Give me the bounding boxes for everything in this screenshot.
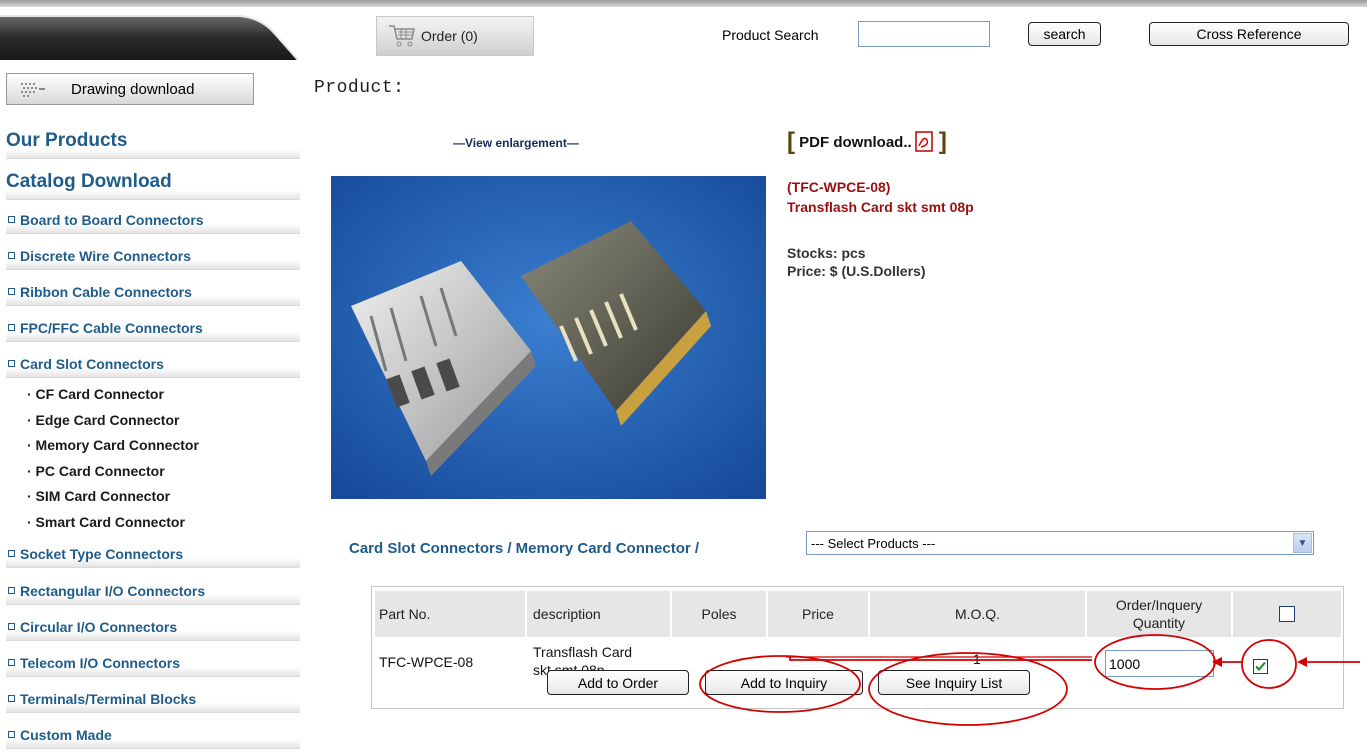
sidebar-item-label: Socket Type Connectors xyxy=(20,545,184,562)
bullet-icon xyxy=(8,288,15,295)
bullet-icon xyxy=(8,695,15,702)
subitem-sim-card[interactable]: · SIM Card Connector xyxy=(27,488,170,504)
add-to-inquiry-button[interactable]: Add to Inquiry xyxy=(705,670,863,695)
sidebar-item-label: Board to Board Connectors xyxy=(20,211,204,228)
bullet-icon xyxy=(8,216,15,223)
header-price: Price xyxy=(768,591,868,637)
add-to-order-button[interactable]: Add to Order xyxy=(547,670,689,695)
header-part-no: Part No. xyxy=(375,591,525,637)
row-description-line1: Transflash Card xyxy=(533,644,633,660)
header-logo-bar xyxy=(0,14,300,60)
breadcrumb[interactable]: Card Slot Connectors / Memory Card Conne… xyxy=(349,540,699,557)
search-input[interactable] xyxy=(858,21,990,47)
header-poles: Poles xyxy=(672,591,766,637)
sidebar-item-label: Ribbon Cable Connectors xyxy=(20,283,192,300)
see-inquiry-list-button[interactable]: See Inquiry List xyxy=(878,670,1030,695)
bullet-icon xyxy=(8,324,15,331)
header-order-inquery: Order/Inquery xyxy=(1115,597,1203,613)
sidebar-item-discrete-wire[interactable]: Discrete Wire Connectors xyxy=(6,242,300,270)
pdf-icon xyxy=(914,131,933,152)
sidebar-item-card-slot[interactable]: Card Slot Connectors xyxy=(6,350,300,378)
top-border xyxy=(0,0,1367,7)
header-description: description xyxy=(527,591,670,637)
sidebar-item-label: Discrete Wire Connectors xyxy=(20,247,192,264)
sidebar-item-label: FPC/FFC Cable Connectors xyxy=(20,319,203,336)
select-all-checkbox[interactable] xyxy=(1279,606,1295,622)
bullet-icon xyxy=(8,252,15,259)
sidebar-item-custom-made[interactable]: Custom Made xyxy=(6,721,300,749)
bullet-icon xyxy=(8,731,15,738)
part-code: (TFC-WPCE-08) xyxy=(787,179,891,195)
price-text: Price: $ (U.S.Dollers) xyxy=(787,263,926,279)
search-button[interactable]: search xyxy=(1028,22,1101,46)
sidebar-item-label: Custom Made xyxy=(20,726,112,743)
pdf-download-label: PDF download.. xyxy=(799,133,912,151)
header-moq: M.O.Q. xyxy=(870,591,1085,637)
bracket-right-icon: ] xyxy=(938,128,947,155)
row-moq: 1 xyxy=(973,651,981,667)
order-button[interactable]: Order (0) xyxy=(376,16,534,56)
sidebar-item-board-to-board[interactable]: Board to Board Connectors xyxy=(6,206,300,234)
sidebar-item-ribbon-cable[interactable]: Ribbon Cable Connectors xyxy=(6,278,300,306)
select-products-dropdown[interactable]: --- Select Products --- ▼ xyxy=(806,531,1314,555)
header-quantity: Quantity xyxy=(1132,615,1186,631)
row-checkbox[interactable] xyxy=(1253,659,1268,674)
view-enlargement-link[interactable]: —View enlargement— xyxy=(453,136,579,150)
bracket-left-icon: [ xyxy=(787,128,795,155)
cart-icon xyxy=(389,25,415,47)
bullet-icon xyxy=(8,550,15,557)
sidebar-item-rectangular-io[interactable]: Rectangular I/O Connectors xyxy=(6,577,300,605)
subitem-smart-card[interactable]: · Smart Card Connector xyxy=(27,514,185,530)
chevron-down-icon[interactable]: ▼ xyxy=(1293,533,1312,553)
sidebar-item-circular-io[interactable]: Circular I/O Connectors xyxy=(6,613,300,641)
sidebar-item-label: Circular I/O Connectors xyxy=(20,618,178,635)
row-part-no: TFC-WPCE-08 xyxy=(379,654,474,670)
bullet-icon xyxy=(8,587,15,594)
subitem-pc-card[interactable]: · PC Card Connector xyxy=(27,463,165,479)
bullet-icon xyxy=(8,623,15,630)
sidebar-item-terminals[interactable]: Terminals/Terminal Blocks xyxy=(6,685,300,713)
sidebar-item-fpc-ffc[interactable]: FPC/FFC Cable Connectors xyxy=(6,314,300,342)
drawing-download-label: Drawing download xyxy=(71,80,195,98)
drawing-download-button[interactable]: Drawing download xyxy=(6,73,254,105)
pdf-download-link[interactable]: [ PDF download.. ] xyxy=(787,128,947,156)
quantity-input[interactable]: 1000 xyxy=(1105,650,1214,677)
product-image[interactable] xyxy=(331,176,766,499)
page-title: Product: xyxy=(314,78,405,98)
our-products-link[interactable]: Our Products xyxy=(6,128,300,159)
dots-icon xyxy=(21,83,45,97)
sidebar-item-label: Rectangular I/O Connectors xyxy=(20,582,206,599)
sidebar-item-telecom-io[interactable]: Telecom I/O Connectors xyxy=(6,649,300,677)
stocks-text: Stocks: pcs xyxy=(787,245,866,261)
catalog-download-link[interactable]: Catalog Download xyxy=(6,169,300,200)
bullet-icon xyxy=(8,659,15,666)
checkmark-icon xyxy=(1255,661,1266,671)
sidebar-item-label: Card Slot Connectors xyxy=(20,355,164,372)
sidebar-item-label: Telecom I/O Connectors xyxy=(20,654,180,671)
subitem-memory-card[interactable]: · Memory Card Connector xyxy=(27,437,199,453)
sidebar-item-socket-type[interactable]: Socket Type Connectors xyxy=(6,540,300,568)
search-label: Product Search xyxy=(722,27,819,43)
order-label: Order xyxy=(421,28,457,44)
sidebar-item-label: Terminals/Terminal Blocks xyxy=(20,690,197,707)
header-order-quantity: Order/Inquery Quantity xyxy=(1087,591,1231,637)
select-products-value: --- Select Products --- xyxy=(811,535,936,551)
bullet-icon xyxy=(8,360,15,367)
subitem-cf-card[interactable]: · CF Card Connector xyxy=(27,386,164,402)
header-select-all xyxy=(1233,591,1341,637)
cross-reference-button[interactable]: Cross Reference xyxy=(1149,22,1349,46)
order-count: (0) xyxy=(460,28,478,44)
part-name: Transflash Card skt smt 08p xyxy=(787,199,974,215)
subitem-edge-card[interactable]: · Edge Card Connector xyxy=(27,412,179,428)
